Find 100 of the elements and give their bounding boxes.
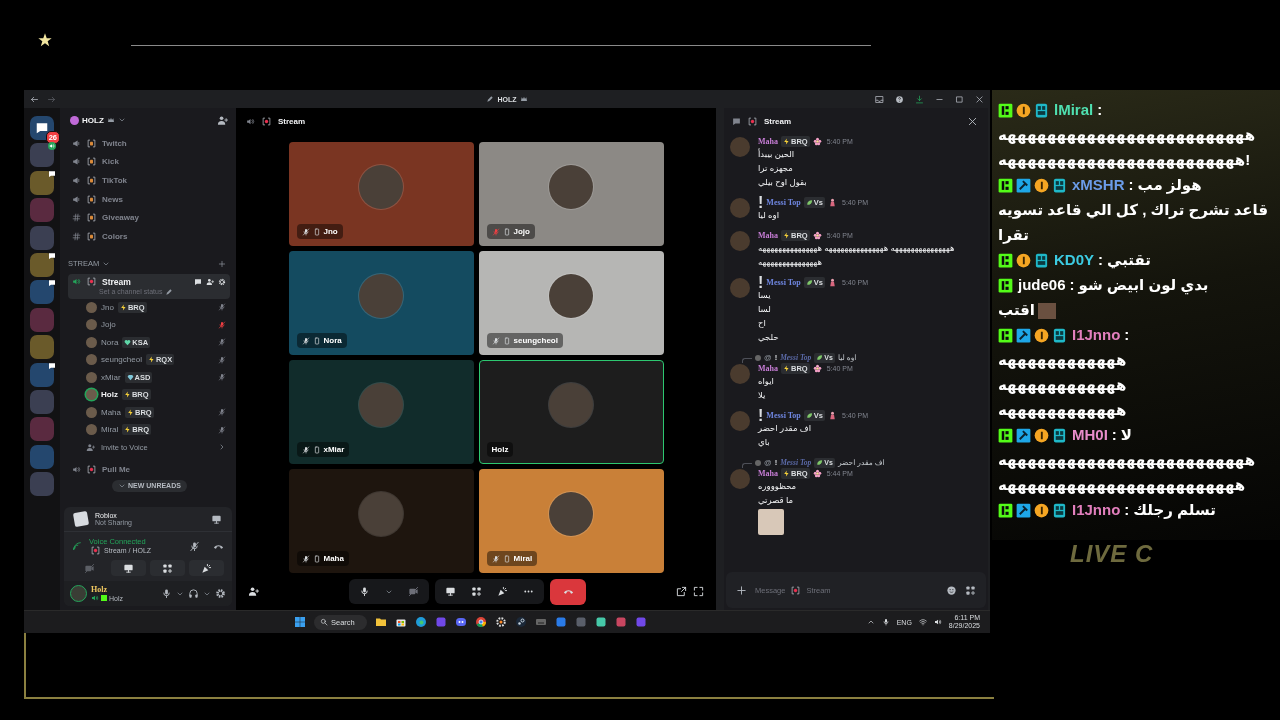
settings-icon[interactable] xyxy=(215,588,226,599)
server-icon[interactable] xyxy=(30,143,54,168)
participant-tile[interactable]: Maha xyxy=(288,469,474,573)
camera-off-icon[interactable] xyxy=(408,586,419,597)
avatar xyxy=(359,491,403,536)
participant-tile[interactable]: Holz xyxy=(478,360,664,464)
chat-app-icon[interactable] xyxy=(454,616,467,628)
avatar xyxy=(549,491,593,536)
channel-item[interactable]: Giveaway xyxy=(68,208,230,227)
wifi-icon[interactable] xyxy=(918,618,927,626)
channel-item[interactable]: Twitch xyxy=(68,134,230,153)
author-name[interactable]: Maha xyxy=(758,364,778,373)
apps-icon[interactable] xyxy=(965,584,976,596)
lightning-icon xyxy=(127,408,134,416)
plus-icon[interactable] xyxy=(736,584,747,596)
add-channel-icon[interactable] xyxy=(218,259,226,268)
chat-bubble-icon[interactable] xyxy=(194,277,202,286)
invite-icon[interactable] xyxy=(217,114,228,126)
member-name[interactable]: xMiar xyxy=(101,372,121,382)
app-icon[interactable] xyxy=(554,616,567,628)
invite-icon[interactable] xyxy=(206,277,214,286)
participant-tile[interactable]: Miral xyxy=(478,469,664,573)
voice-action-button[interactable] xyxy=(150,560,185,576)
screen-share-icon xyxy=(123,562,134,574)
avatar xyxy=(70,585,87,602)
game-icon xyxy=(72,510,90,528)
server-name[interactable]: HOLZ xyxy=(82,115,104,125)
windows-logo-icon[interactable] xyxy=(294,616,306,628)
coin-icon xyxy=(1034,428,1049,443)
participant-tile[interactable]: seungcheol xyxy=(478,251,664,355)
activities-icon[interactable] xyxy=(471,586,482,597)
member-name[interactable]: Maha xyxy=(101,407,121,417)
screen-share-icon[interactable] xyxy=(211,513,222,525)
message-text: ايواه xyxy=(758,375,775,388)
participant-label: Miral xyxy=(486,551,538,566)
star-icon xyxy=(37,32,53,48)
close-icon[interactable] xyxy=(975,94,984,104)
fullscreen-icon[interactable] xyxy=(693,586,704,597)
soundboard-icon[interactable] xyxy=(497,586,508,597)
settings-icon[interactable] xyxy=(218,277,226,286)
message-text: ههههههههههههههههههههههههه xyxy=(998,475,1246,496)
microphone-icon[interactable] xyxy=(881,618,890,626)
member-name[interactable]: Nora xyxy=(101,337,119,347)
leave-call-button[interactable] xyxy=(550,578,586,605)
app-icon[interactable] xyxy=(594,616,607,628)
chevron-icon[interactable] xyxy=(117,116,126,124)
tag-badge-icon xyxy=(1052,178,1067,193)
inbox-icon[interactable] xyxy=(875,94,884,104)
screen-share-icon[interactable] xyxy=(445,586,456,597)
participant-label: xMiar xyxy=(296,442,350,457)
member-name[interactable]: Jojo xyxy=(101,320,116,330)
microphone-icon[interactable] xyxy=(161,588,172,599)
server-icon[interactable] xyxy=(30,170,54,195)
server-icon[interactable] xyxy=(30,252,54,277)
author-name[interactable]: Messi Top xyxy=(766,198,801,207)
participant-tile[interactable]: Nora xyxy=(288,251,474,355)
chevron-up-icon[interactable] xyxy=(866,618,875,626)
participant-tile[interactable]: xMiar xyxy=(288,360,474,464)
app-icon[interactable] xyxy=(614,616,627,628)
member-name[interactable]: Jno xyxy=(101,302,114,312)
invite-icon[interactable] xyxy=(248,586,259,597)
megaphone-icon xyxy=(72,157,81,167)
voice-action-button[interactable] xyxy=(189,560,224,576)
help-icon[interactable] xyxy=(895,94,904,104)
channel-item[interactable]: Colors xyxy=(68,226,230,246)
voice-channel[interactable]: Pull Me xyxy=(68,460,230,479)
volume-icon[interactable] xyxy=(933,618,942,626)
square-badge-icon xyxy=(998,103,1013,118)
member-name[interactable]: Holz xyxy=(101,390,118,400)
pencil-icon xyxy=(165,287,174,296)
emoji-icon[interactable] xyxy=(946,584,957,596)
reply-line xyxy=(742,357,752,363)
author-name[interactable]: Messi Top xyxy=(766,411,801,420)
hammer-icon xyxy=(1016,328,1031,343)
back-arrow-icon[interactable] xyxy=(30,94,39,104)
channel-item[interactable]: TikTok xyxy=(68,171,230,190)
member-name[interactable]: Miral xyxy=(101,425,119,435)
pop-out-icon[interactable] xyxy=(676,586,687,597)
microphone-icon[interactable] xyxy=(359,586,370,597)
download-icon[interactable] xyxy=(915,94,924,104)
channel-item[interactable]: Kick xyxy=(68,152,230,172)
server-icon[interactable] xyxy=(30,280,54,305)
participant-tile[interactable]: Jno xyxy=(288,142,474,246)
headphones-icon[interactable] xyxy=(188,588,199,599)
author-name[interactable]: Messi Top xyxy=(766,278,801,287)
server-icon[interactable] xyxy=(30,362,54,387)
keyboard-icon[interactable] xyxy=(534,616,547,628)
maximize-icon[interactable] xyxy=(955,94,964,104)
author-name[interactable]: Maha xyxy=(758,469,778,478)
member-name[interactable]: seungcheol xyxy=(101,355,142,365)
close-icon[interactable] xyxy=(967,115,978,127)
author-name[interactable]: Maha xyxy=(758,137,778,146)
voice-action-button[interactable] xyxy=(111,560,146,576)
channel-item[interactable]: News xyxy=(68,189,230,209)
camera-off-icon xyxy=(84,562,95,574)
author-name[interactable]: Maha xyxy=(758,231,778,240)
hammer-icon xyxy=(1016,428,1031,443)
participant-tile[interactable]: Jojo xyxy=(478,142,664,246)
folder-icon[interactable] xyxy=(374,616,387,628)
gear-icon[interactable] xyxy=(494,616,507,628)
